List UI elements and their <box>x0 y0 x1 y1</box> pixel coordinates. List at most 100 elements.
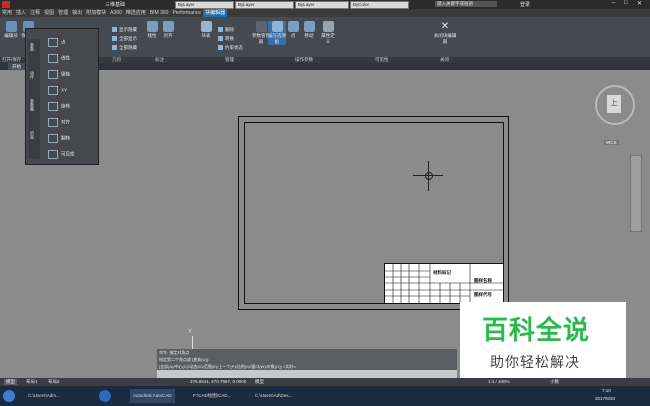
side-tab-actions[interactable]: 动作 <box>29 71 35 79</box>
convert-button[interactable]: 转换 <box>218 36 234 42</box>
attribute-icon <box>322 21 334 32</box>
linear-label: 线性 <box>147 33 157 38</box>
tab-block-editor[interactable]: 块编辑器 <box>203 9 228 17</box>
command-history[interactable]: 命令: 指定对角点 指定第二个角点或 [放弃(U)]: [全部(A)/中心(C)… <box>157 349 457 370</box>
all-hide-button[interactable]: 全部隐藏 <box>112 45 137 51</box>
flyout-side-tabs: 参数 动作 参数集 约束 <box>28 39 40 159</box>
side-tab-parameters[interactable]: 参数 <box>29 43 35 51</box>
command-line-3: [全部(A)/中心(C)/动态(D)/范围(E)/上一个(P)/比例(S)/窗口… <box>159 364 297 369</box>
lineweight-combo[interactable]: ByLayer <box>295 1 349 9</box>
clock-date[interactable]: 2017/8/20 <box>595 396 615 401</box>
show-hide-label: 显示隐藏 <box>119 27 137 32</box>
linear-constraint-button[interactable]: 线性 <box>144 21 160 39</box>
title-block: 材料标记 图样名称 图样代号 <box>384 263 504 304</box>
point-button[interactable]: 点 <box>286 21 300 39</box>
flyout-item-xy[interactable]: XY <box>48 86 67 95</box>
tab-layout1[interactable]: 布局1 <box>24 379 40 385</box>
ribbon-tab-bar: 常用 插入 注释 视图 管理 输出 附加模块 A360 精选应用 BIM 360 Performan… <box>0 9 650 17</box>
authoring-label: 编写选项板 <box>268 33 286 44</box>
workspace-label[interactable]: 三维基础 <box>105 1 125 8</box>
convert-label: 转换 <box>225 36 234 41</box>
taskbar-item-explorer[interactable]: C:\Users\Adm... <box>28 389 60 403</box>
clock-time[interactable]: 7:10 <box>602 388 611 393</box>
side-tab-parameter-sets[interactable]: 参数集 <box>29 99 35 111</box>
flyout-item-polar[interactable]: 极轴 <box>48 70 70 79</box>
search-input[interactable]: 键入关键字或短语 <box>435 1 497 7</box>
units-label[interactable]: 小数 <box>550 379 559 385</box>
authoring-palettes-button[interactable]: 编写选项板 <box>268 21 286 45</box>
delete-label: 删除 <box>225 27 234 32</box>
tab-layout2[interactable]: 布局2 <box>46 379 62 385</box>
app-icon[interactable] <box>99 390 111 402</box>
ucs-icon: Y <box>188 329 193 335</box>
wcs-label[interactable]: WCS <box>604 140 619 145</box>
align-button[interactable]: 对齐 <box>160 21 176 39</box>
navigation-bar[interactable] <box>630 155 642 232</box>
sign-in-label[interactable]: 登录 <box>520 1 530 8</box>
coordinate-readout[interactable]: 375.0541, 270.7567, 0.0000 <box>190 379 246 384</box>
minimize-icon[interactable]: – <box>612 0 615 6</box>
block-table-button[interactable]: 块表 <box>198 21 214 39</box>
tab-annotate[interactable]: 注释 <box>28 9 42 17</box>
tab-featured-apps[interactable]: 精选应用 <box>124 9 148 17</box>
flyout-item-xy-label: XY <box>61 87 68 93</box>
linetype-combo[interactable]: ByLayer <box>235 1 294 9</box>
tab-home[interactable]: 常用 <box>0 9 14 17</box>
tab-insert[interactable]: 插入 <box>14 9 28 17</box>
start-button-icon[interactable] <box>3 390 15 402</box>
point-label: 点 <box>290 33 296 38</box>
all-hide-label: 全部隐藏 <box>119 45 137 50</box>
all-show-button[interactable]: 全部显示 <box>112 36 137 42</box>
attribute-definition-button[interactable]: 属性定义 <box>320 21 336 45</box>
tab-bim360[interactable]: BIM 360 <box>148 9 171 17</box>
tab-performance[interactable]: Performance <box>170 9 203 17</box>
edit-block-label: 编辑块 <box>4 33 18 38</box>
flyout-item-point[interactable]: 点 <box>48 38 66 47</box>
edit-block-button[interactable]: 编辑块 <box>2 21 20 39</box>
drawing-number: 图样代号 <box>474 292 492 297</box>
file-tab-start[interactable]: 开始 <box>8 63 25 70</box>
autocad-logo-icon[interactable] <box>2 1 10 8</box>
flyout-item-rotate[interactable]: 旋转 <box>48 102 70 111</box>
visibility-param-icon <box>48 150 58 159</box>
tab-a360[interactable]: A360 <box>108 9 124 17</box>
taskbar-item-folder-desktop[interactable]: C:\Users\Ad\Des... <box>255 389 292 403</box>
tab-model[interactable]: 模型 <box>4 379 17 385</box>
move-button[interactable]: 移动 <box>302 21 316 39</box>
watermark-title: 百科全说 <box>482 316 591 346</box>
flyout-item-flip[interactable]: 翻转 <box>48 134 70 143</box>
constraint-status-button[interactable]: 约束状态 <box>218 45 243 51</box>
tab-addins[interactable]: 附加模块 <box>84 9 108 17</box>
flyout-item-align-label: 对齐 <box>61 119 70 125</box>
fx-icon <box>255 21 267 32</box>
delete-button[interactable]: 删除 <box>218 27 234 33</box>
tab-manage[interactable]: 管理 <box>56 9 70 17</box>
flyout-item-linear[interactable]: 线性 <box>48 54 70 63</box>
align-icon <box>162 21 174 32</box>
model-space-toggle[interactable]: 模型 <box>255 379 264 385</box>
flyout-item-rotate-label: 旋转 <box>61 103 70 109</box>
viewcube[interactable]: 上 <box>595 85 635 125</box>
close-block-editor-button[interactable]: ✕ 关闭块编辑器 <box>433 21 457 45</box>
side-tab-constraints[interactable]: 约束 <box>29 131 35 139</box>
status-bar: 375.0541, 270.7567, 0.0000 模型 1:1 / 100%… <box>130 378 650 386</box>
linear-param-icon <box>48 54 58 63</box>
layer-combo[interactable]: ByLayer <box>175 1 234 9</box>
taskbar-item-autocad[interactable]: Autodesk AutoCAD <box>130 389 175 403</box>
taskbar-item-folder-cad[interactable]: F:\CAD绘图\CAD... <box>193 389 231 403</box>
tab-view[interactable]: 视图 <box>42 9 56 17</box>
block-authoring-flyout[interactable]: 参数 动作 参数集 约束 点 线性 极轴 XY 旋转 对齐 翻转 可见性 <box>25 28 99 165</box>
viewcube-top-face[interactable]: 上 <box>607 95 621 113</box>
tab-output[interactable]: 输出 <box>70 9 84 17</box>
annotation-scale[interactable]: 1:1 / 100% <box>488 379 510 384</box>
close-icon[interactable]: ✕ <box>637 0 642 7</box>
constraint-status-icon <box>218 45 223 51</box>
color-combo[interactable]: ByColor <box>350 1 409 9</box>
maximize-icon[interactable]: □ <box>624 0 628 6</box>
flyout-item-visibility[interactable]: 可见性 <box>48 150 75 159</box>
show-hide-button[interactable]: 显示隐藏 <box>112 27 137 33</box>
show-icon <box>112 27 117 33</box>
command-input[interactable] <box>157 370 457 378</box>
point-icon <box>287 21 299 32</box>
flyout-item-align[interactable]: 对齐 <box>48 118 70 127</box>
